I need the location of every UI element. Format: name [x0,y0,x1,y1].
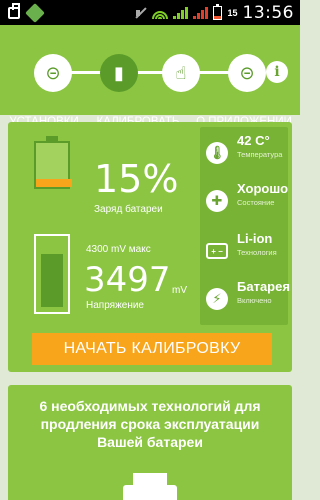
technology-label: Технология [237,248,277,257]
battery-fill [36,179,72,187]
hand-touch-icon: ☝ [175,63,187,83]
step-4-plug[interactable]: ⊝ [228,54,266,92]
battery-info-panel: 🌡 42 C° Температура ✚ Хорошо Состояние +… [200,127,290,325]
voltage-value: 3497 [84,260,171,300]
start-calibration-button[interactable]: НАЧАТЬ КАЛИБРОВКУ [32,333,272,365]
usb-icon [8,2,20,19]
plus-icon: ✚ [206,190,228,212]
voltage-bar [34,234,70,314]
app-header: ⊝ ▮ ☝ ⊝ i УСТАНОВКИ КАЛИБРОВАТЬ О ПРИЛОЖ… [0,25,300,139]
plugged-label: Включено [237,296,272,305]
health-value: Хорошо [237,181,289,196]
info-icon: i [274,64,280,80]
technology-value: Li-ion [237,231,273,246]
plug-icon: ⊝ [45,63,61,83]
lightning-icon: ⚡ [206,288,228,310]
calibration-card: 15% Заряд батареи 4300 mV макс 3497 mV Н… [8,122,292,372]
step-2-battery[interactable]: ▮ [100,54,138,92]
status-bar: 15 13:56 [0,0,300,25]
signal-icon [173,6,189,19]
mute-icon [135,7,147,19]
info-button[interactable]: i [266,61,288,83]
status-badge: 15 [227,7,238,18]
battery-icon [213,3,223,20]
info-row-temperature: 🌡 42 C° Температура [200,129,288,175]
voltage-unit: mV [172,285,187,296]
printer-icon [123,473,177,500]
battery-level-icon [34,136,72,194]
wifi-icon [152,7,169,19]
battery-charge-icon: ▮ [114,63,124,83]
thermometer-icon: 🌡 [206,142,228,164]
clock: 13:56 [242,2,294,23]
health-label: Состояние [237,198,275,207]
battery-percent: 15% [94,157,179,201]
step-1-plug[interactable]: ⊝ [34,54,72,92]
step-3-touch[interactable]: ☝ [162,54,200,92]
promo-card[interactable]: 6 необходимых технологий для продления с… [8,385,292,500]
battery-tech-icon: + − [206,243,228,259]
voltage-label: Напряжение [86,300,144,311]
android-icon [25,2,45,23]
temperature-label: Температура [237,150,283,159]
voltage-max: 4300 mV макс [86,244,151,255]
signal-red-icon [193,6,209,19]
promo-text: 6 необходимых технологий для продления с… [39,398,261,450]
steps-connector [45,71,245,74]
info-row-technology: + − Li-ion Технология [200,227,288,273]
temperature-value: 42 C° [237,133,270,148]
voltage-bar-fill [41,254,63,307]
info-row-health: ✚ Хорошо Состояние [200,177,288,223]
plug-icon-2: ⊝ [239,63,255,83]
info-row-plugged: ⚡ Батарея Включено [200,275,290,321]
plugged-value: Батарея [237,279,290,294]
battery-label: Заряд батареи [94,204,163,215]
